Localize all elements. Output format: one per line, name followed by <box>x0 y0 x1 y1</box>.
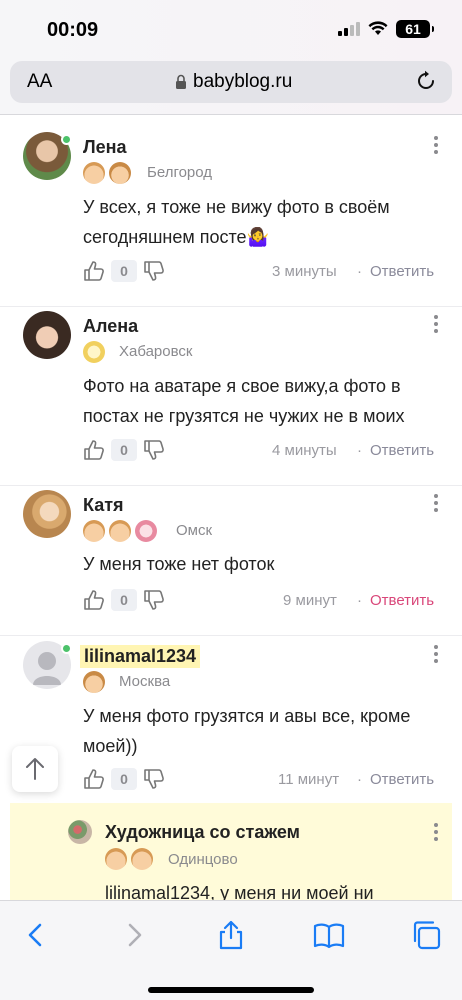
url-text: babyblog.ru <box>193 71 293 92</box>
thumbs-down-icon[interactable] <box>143 768 165 790</box>
reply-link[interactable]: Ответить <box>370 263 434 280</box>
like-controls: 0 <box>83 589 165 611</box>
baby-icon <box>83 341 105 363</box>
comment-divider <box>0 635 462 636</box>
more-options-icon[interactable] <box>433 823 439 843</box>
more-options-icon[interactable] <box>433 136 439 156</box>
reply-comment: Художница со стажем Одинцово lilinamal12… <box>10 803 452 900</box>
back-icon[interactable] <box>20 919 52 951</box>
boy-face-icon <box>131 848 153 870</box>
reply-link[interactable]: Ответить <box>370 442 434 459</box>
avatar[interactable] <box>23 311 71 359</box>
child-badges <box>83 520 157 542</box>
like-controls: 0 <box>83 768 165 790</box>
bookmarks-icon[interactable] <box>313 919 345 951</box>
author-city: Хабаровск <box>119 343 193 360</box>
url-display[interactable]: babyblog.ru <box>175 71 292 93</box>
comment-divider <box>0 306 462 307</box>
author-city: Белгород <box>147 164 213 181</box>
comment-text: У всех, я тоже не вижу фото в своём сего… <box>83 197 390 247</box>
author-name[interactable]: lilinamal1234 <box>80 645 201 668</box>
thumbs-down-icon[interactable] <box>143 589 165 611</box>
comment-divider <box>0 485 462 486</box>
thumbs-up-icon[interactable] <box>83 589 105 611</box>
like-count: 0 <box>111 589 137 611</box>
comment-text: У меня тоже нет фоток <box>83 554 275 574</box>
comment-time: 11 минут <box>278 771 340 788</box>
separator-dot: · <box>357 442 362 459</box>
wifi-icon <box>368 21 388 35</box>
scroll-to-top-button[interactable] <box>12 746 58 792</box>
share-icon[interactable] <box>215 919 247 951</box>
online-indicator <box>61 134 72 145</box>
like-controls: 0 <box>83 439 165 461</box>
avatar[interactable] <box>68 820 92 844</box>
girl-face-icon <box>83 671 105 693</box>
reader-settings-button[interactable]: AA <box>27 71 52 93</box>
comment-text: lilinamal1234, у меня ни моей ни <box>105 883 374 900</box>
boy-face-icon <box>109 520 131 542</box>
forward-icon[interactable] <box>118 919 150 951</box>
comment-time: 3 минуты <box>272 263 337 280</box>
status-time: 00:09 <box>47 19 99 41</box>
author-name[interactable]: Художница со стажем <box>105 822 300 843</box>
separator-dot: · <box>357 592 362 609</box>
reply-link[interactable]: Ответить <box>370 592 434 609</box>
author-city: Москва <box>119 673 171 690</box>
boy-face-icon <box>83 162 105 184</box>
separator-dot: · <box>357 771 362 788</box>
thumbs-up-icon[interactable] <box>83 768 105 790</box>
child-badges <box>83 162 131 184</box>
browser-header: AA babyblog.ru <box>0 60 462 114</box>
child-badges <box>83 671 105 693</box>
more-options-icon[interactable] <box>433 645 439 665</box>
home-indicator <box>148 987 314 993</box>
thumbs-down-icon[interactable] <box>143 439 165 461</box>
like-count: 0 <box>111 260 137 282</box>
thumbs-up-icon[interactable] <box>83 439 105 461</box>
boy-face-icon <box>105 848 127 870</box>
author-name[interactable]: Алена <box>83 316 138 337</box>
online-indicator <box>61 643 72 654</box>
comment-text: Фото на аватаре я свое вижу,а фото в пос… <box>83 376 405 426</box>
arrow-up-icon <box>26 758 44 780</box>
pregnancy-icon <box>135 520 157 542</box>
reply-link[interactable]: Ответить <box>370 771 434 788</box>
tabs-icon[interactable] <box>410 919 442 951</box>
author-name[interactable]: Катя <box>83 495 124 516</box>
girl-face-icon <box>109 162 131 184</box>
browser-toolbar <box>0 900 462 1000</box>
like-controls: 0 <box>83 260 165 282</box>
thumbs-down-icon[interactable] <box>143 260 165 282</box>
comment-time: 9 минут <box>283 592 337 609</box>
thumbs-up-icon[interactable] <box>83 260 105 282</box>
like-count: 0 <box>111 439 137 461</box>
comment-time: 4 минуты <box>272 442 337 459</box>
separator-dot: · <box>357 263 362 280</box>
author-city: Омск <box>176 522 213 539</box>
comments-list: Лена Белгород У всех, я тоже не вижу фот… <box>0 115 462 900</box>
lock-icon <box>176 74 186 89</box>
like-count: 0 <box>111 768 137 790</box>
signal-icon <box>338 22 360 36</box>
child-badges <box>105 848 153 870</box>
battery-icon: 61 <box>396 20 434 38</box>
more-options-icon[interactable] <box>433 494 439 514</box>
author-name[interactable]: Лена <box>83 137 127 158</box>
status-bar: 00:09 61 <box>0 0 462 60</box>
address-bar[interactable]: AA babyblog.ru <box>10 61 452 103</box>
author-city: Одинцово <box>168 851 238 868</box>
reload-icon[interactable] <box>415 70 437 92</box>
comment-text: У меня фото грузятся и авы все, кроме мо… <box>83 706 411 756</box>
child-badges <box>83 341 105 363</box>
boy-face-icon <box>83 520 105 542</box>
avatar[interactable] <box>23 490 71 538</box>
more-options-icon[interactable] <box>433 315 439 335</box>
